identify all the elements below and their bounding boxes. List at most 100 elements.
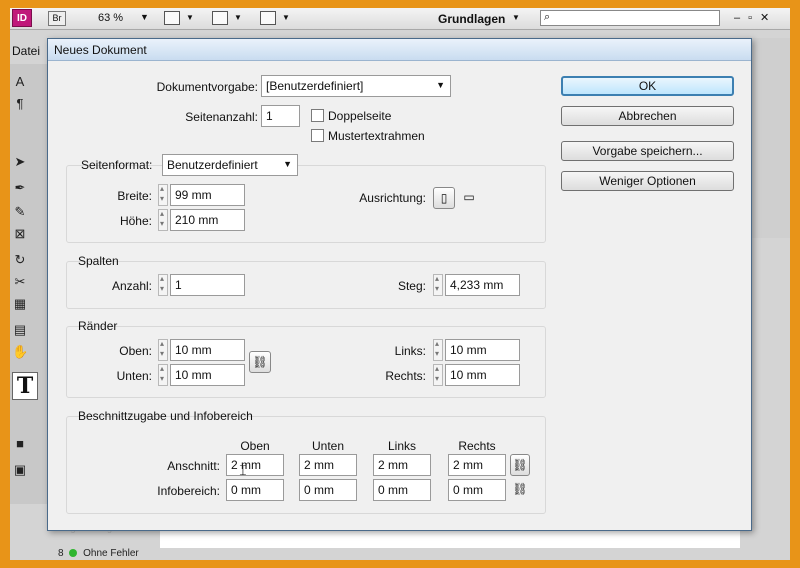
pencil-tool-icon[interactable]: ✎	[12, 204, 28, 220]
pen-tool-icon[interactable]: ✒	[12, 180, 28, 196]
application-bar: ID Br 63 % ▼ ▼ ▼ ▼ Grundlagen ▼ ⌕ ‒▫✕	[10, 8, 790, 30]
slug-right-input[interactable]: 0 mm	[448, 479, 506, 501]
character-icon[interactable]: A	[12, 74, 28, 90]
dialog-title: Neues Dokument	[48, 39, 751, 61]
selection-tool-icon[interactable]: ➤	[12, 154, 28, 170]
chevron-down-icon[interactable]: ▼	[186, 13, 194, 22]
screen-mode-icon[interactable]	[212, 11, 228, 25]
menu-file[interactable]: Datei	[10, 40, 50, 62]
chevron-down-icon[interactable]: ▼	[234, 13, 242, 22]
cancel-button[interactable]: Abbrechen	[561, 106, 734, 126]
scissors-icon[interactable]: ✂	[12, 274, 28, 290]
paragraph-icon[interactable]: ¶	[12, 96, 28, 112]
preset-dropdown[interactable]: [Benutzerdefiniert] ▼	[261, 75, 451, 97]
bleed-label: Anschnitt:	[167, 459, 220, 473]
hand-tool-icon[interactable]: ✋	[12, 344, 28, 360]
ok-button[interactable]: OK	[561, 76, 734, 96]
columns-number-stepper[interactable]	[158, 274, 168, 296]
bridge-button[interactable]: Br	[48, 11, 66, 26]
landscape-orientation-icon[interactable]: ▭	[458, 187, 480, 209]
margins-title: Ränder	[78, 319, 118, 333]
new-document-dialog: Neues Dokument Dokumentvorgabe: [Benutze…	[47, 38, 752, 531]
margin-right-input[interactable]: 10 mm	[445, 364, 520, 386]
fill-stroke-type-icon[interactable]: T	[12, 372, 38, 400]
gutter-stepper[interactable]	[433, 274, 443, 296]
workspace-switcher[interactable]: Grundlagen	[438, 12, 505, 26]
gutter-input[interactable]: 4,233 mm	[445, 274, 520, 296]
mouse-cursor-icon: 𝙸	[238, 462, 248, 478]
margin-left-stepper[interactable]	[433, 339, 443, 361]
window-controls[interactable]: ‒▫✕	[734, 11, 777, 24]
margin-bottom-input[interactable]: 10 mm	[170, 364, 245, 386]
width-stepper[interactable]	[158, 184, 168, 206]
arrange-documents-icon[interactable]	[260, 11, 276, 25]
apply-color-icon[interactable]: ■	[12, 436, 28, 452]
page-number[interactable]: 8	[58, 548, 64, 559]
link-slug-icon[interactable]: ⛓	[510, 479, 530, 501]
facing-pages-label[interactable]: Doppelseite	[328, 109, 391, 123]
master-text-frame-checkbox[interactable]	[311, 129, 324, 142]
page-size-label: Seitenformat:	[81, 158, 153, 172]
margin-top-input[interactable]: 10 mm	[170, 339, 245, 361]
bleed-header-left: Links	[387, 439, 416, 453]
portrait-orientation-icon[interactable]: ▯	[433, 187, 455, 209]
margin-bottom-label: Unten:	[116, 369, 152, 383]
bleed-header-bottom: Unten	[311, 439, 345, 453]
margin-left-input[interactable]: 10 mm	[445, 339, 520, 361]
gutter-label: Steg:	[397, 279, 426, 293]
rectangle-frame-icon[interactable]: ⊠	[12, 226, 28, 242]
chevron-down-icon[interactable]: ▼	[512, 13, 520, 22]
gradient-tool-icon[interactable]: ▦	[12, 296, 28, 312]
view-options-icon[interactable]	[164, 11, 180, 25]
page-size-dropdown[interactable]: Benutzerdefiniert ▼	[162, 154, 298, 176]
slug-bottom-input[interactable]: 0 mm	[299, 479, 357, 501]
chevron-down-icon: ▼	[436, 80, 445, 90]
columns-number-label: Anzahl:	[111, 279, 152, 293]
bleed-right-input[interactable]: 2 mm	[448, 454, 506, 476]
margin-top-stepper[interactable]	[158, 339, 168, 361]
margin-left-label: Links:	[394, 344, 426, 358]
orientation-label: Ausrichtung:	[359, 191, 426, 205]
status-bar: 8 Ohne Fehler	[58, 548, 558, 560]
columns-number-input[interactable]: 1	[170, 274, 245, 296]
panel-dock	[750, 38, 790, 238]
margin-right-stepper[interactable]	[433, 364, 443, 386]
chevron-down-icon: ▼	[283, 159, 292, 169]
width-label: Breite:	[117, 189, 152, 203]
chevron-down-icon[interactable]: ▼	[140, 12, 149, 22]
chevron-down-icon[interactable]: ▼	[282, 13, 290, 22]
columns-title: Spalten	[78, 254, 119, 268]
note-tool-icon[interactable]: ▤	[12, 322, 28, 338]
view-mode-icon[interactable]: ▣	[12, 462, 28, 478]
width-input[interactable]: 99 mm	[170, 184, 245, 206]
slug-label: Infobereich:	[157, 484, 220, 498]
rotate-tool-icon[interactable]: ↻	[12, 252, 28, 268]
bleed-slug-title: Beschnittzugabe und Infobereich	[78, 409, 253, 423]
bleed-left-input[interactable]: 2 mm	[373, 454, 431, 476]
height-stepper[interactable]	[158, 209, 168, 231]
search-input[interactable]: ⌕	[540, 10, 720, 26]
master-text-frame-label[interactable]: Mustertextrahmen	[328, 129, 425, 143]
margin-bottom-stepper[interactable]	[158, 364, 168, 386]
bleed-header-top: Oben	[240, 439, 270, 453]
height-input[interactable]: 210 mm	[170, 209, 245, 231]
bleed-top-input[interactable]: 2 mm	[226, 454, 284, 476]
preflight-status-text[interactable]: Ohne Fehler	[83, 548, 139, 559]
slug-left-input[interactable]: 0 mm	[373, 479, 431, 501]
preset-value: [Benutzerdefiniert]	[266, 79, 364, 93]
margins-group	[66, 326, 546, 398]
preflight-status-icon	[69, 549, 78, 558]
pages-input[interactable]: 1	[261, 105, 300, 127]
slug-top-input[interactable]: 0 mm	[226, 479, 284, 501]
facing-pages-checkbox[interactable]	[311, 109, 324, 122]
fewer-options-button[interactable]: Weniger Optionen	[561, 171, 734, 191]
save-preset-button[interactable]: Vorgabe speichern...	[561, 141, 734, 161]
margin-top-label: Oben:	[119, 344, 152, 358]
bleed-bottom-input[interactable]: 2 mm	[299, 454, 357, 476]
link-margins-icon[interactable]: ⛓	[249, 351, 271, 373]
margin-right-label: Rechts:	[385, 369, 426, 383]
link-bleed-icon[interactable]: ⛓	[510, 454, 530, 476]
indesign-logo: ID	[12, 9, 32, 27]
zoom-level[interactable]: 63 %	[98, 12, 123, 24]
height-label: Höhe:	[119, 214, 152, 228]
